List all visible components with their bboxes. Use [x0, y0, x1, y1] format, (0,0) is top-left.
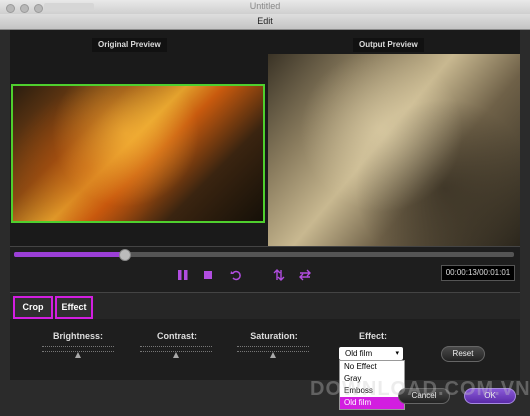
output-preview-image [268, 54, 520, 246]
original-preview-image[interactable] [11, 84, 265, 223]
seek-thumb[interactable] [119, 249, 131, 261]
effect-select[interactable]: Old film ▾ [339, 347, 403, 360]
contrast-label: Contrast: [157, 331, 197, 341]
seek-progress [14, 252, 124, 257]
brightness-slider-thumb[interactable] [75, 352, 81, 358]
original-preview-label: Original Preview [92, 38, 167, 52]
dialog-title: Edit [0, 14, 530, 30]
reset-button[interactable]: Reset [441, 346, 485, 362]
effect-select-value: Old film [345, 349, 373, 358]
saturation-slider-thumb[interactable] [270, 352, 276, 358]
effect-label: Effect: [358, 331, 387, 341]
effect-option-no-effect[interactable]: No Effect [340, 361, 404, 373]
flip-horizontal-button[interactable] [298, 266, 312, 284]
tab-crop[interactable]: Crop [13, 296, 53, 319]
stop-button[interactable] [201, 266, 215, 284]
saturation-label: Saturation: [250, 331, 298, 341]
output-preview-label: Output Preview [353, 38, 424, 52]
time-display: 00:00:13/00:01:01 [441, 265, 515, 281]
watermark: DOWNLOAD.COM.VN [310, 378, 530, 400]
app-title: Untitled [249, 1, 281, 11]
flip-vertical-button[interactable] [272, 266, 286, 284]
seek-bar[interactable] [14, 249, 514, 261]
contrast-slider-thumb[interactable] [173, 352, 179, 358]
chevron-down-icon: ▾ [395, 350, 399, 357]
pause-button[interactable] [176, 266, 190, 284]
brightness-label: Brightness: [52, 331, 103, 341]
stop-icon [204, 271, 212, 279]
rewind-button[interactable] [229, 266, 243, 284]
flip-vertical-icon [273, 269, 285, 281]
undo-icon [230, 270, 241, 281]
pause-icon [178, 270, 188, 280]
flip-horizontal-icon [299, 269, 311, 281]
tab-effect[interactable]: Effect [55, 296, 93, 319]
